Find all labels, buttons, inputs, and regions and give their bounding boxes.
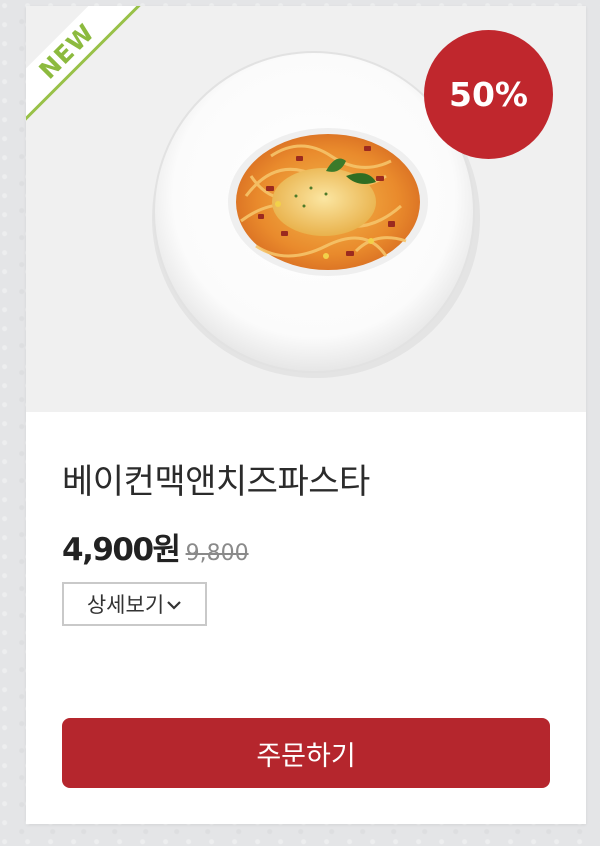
price-row: 4,900원 9,800 — [62, 524, 249, 569]
discount-badge: 50% — [424, 30, 553, 159]
chevron-down-icon — [166, 596, 182, 615]
product-card: NEW 50% 베이컨맥앤치즈파스타 4,900원 9,800 상세보기 주문하… — [26, 6, 586, 824]
detail-view-label: 상세보기 — [86, 593, 165, 617]
detail-view-button[interactable]: 상세보기 — [62, 582, 207, 626]
product-title: 베이컨맥앤치즈파스타 — [62, 462, 370, 502]
sale-price: 4,900원 — [62, 532, 181, 568]
product-image-area[interactable]: NEW 50% — [26, 6, 586, 412]
order-button[interactable]: 주문하기 — [62, 718, 550, 788]
discount-label: 50% — [449, 75, 528, 114]
original-price: 9,800 — [185, 541, 249, 566]
order-button-label: 주문하기 — [256, 740, 356, 772]
